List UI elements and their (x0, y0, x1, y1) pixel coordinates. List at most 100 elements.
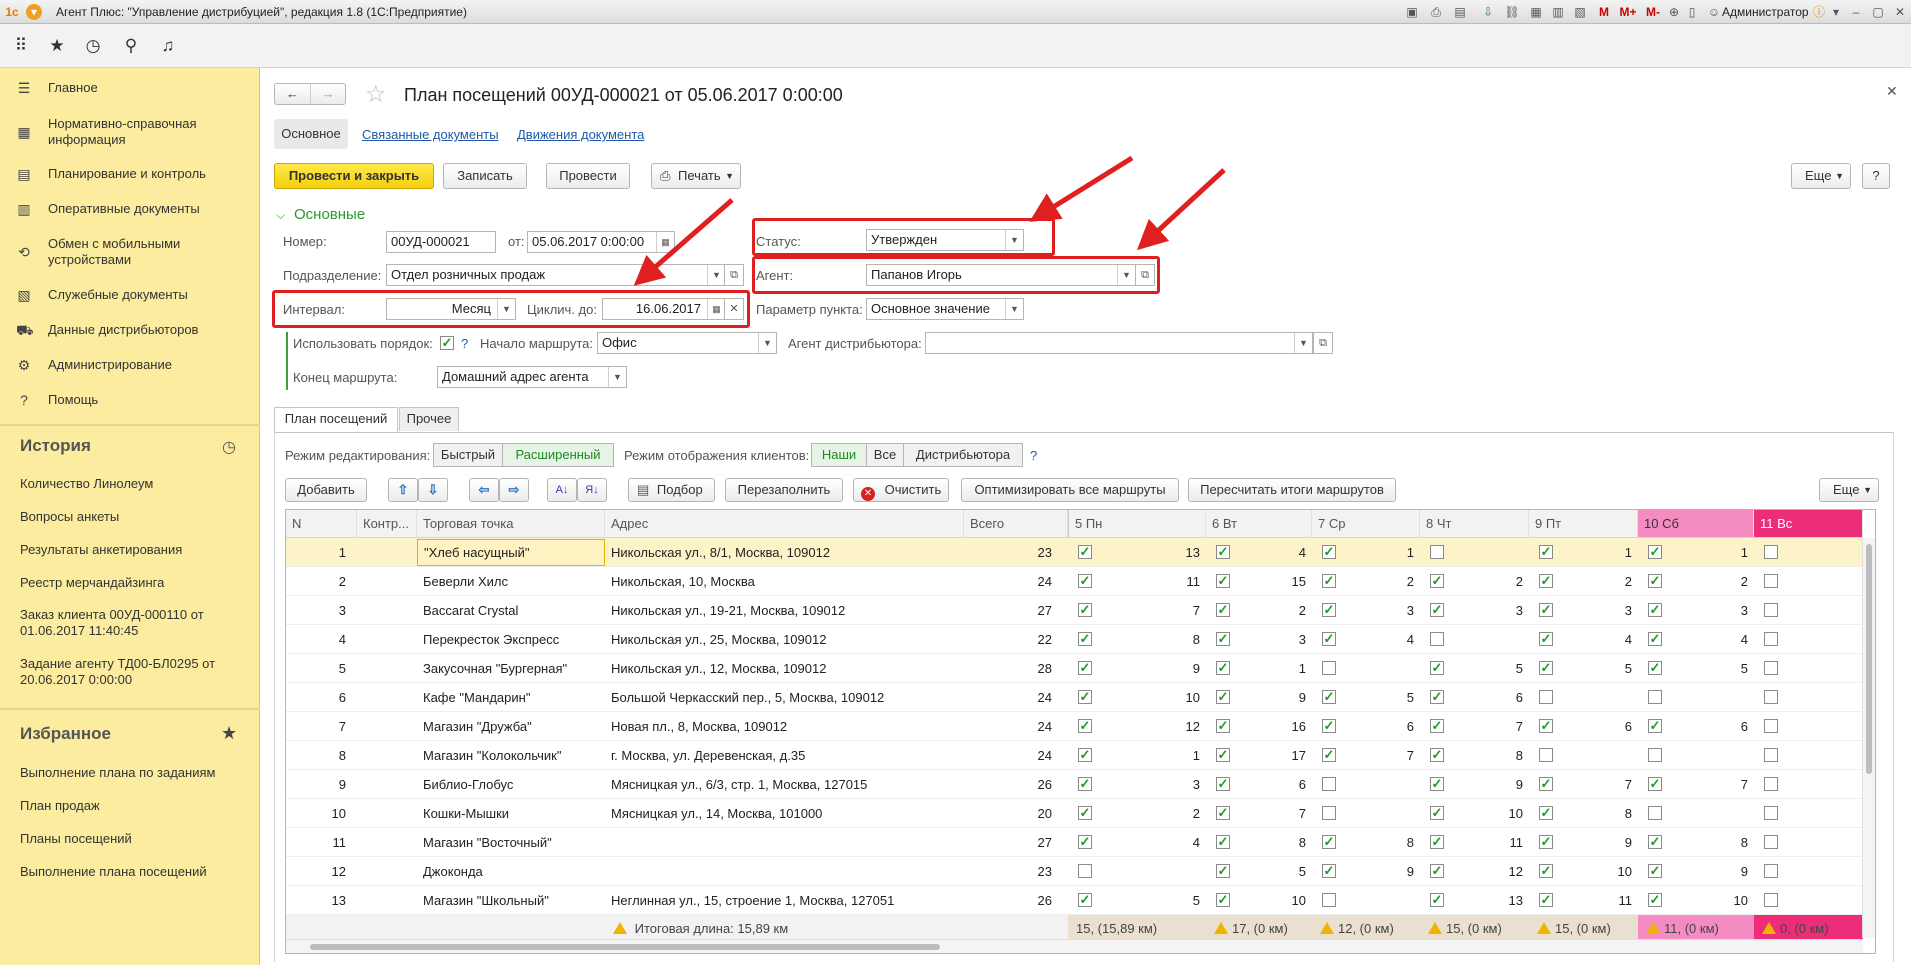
day-visit-checkbox[interactable]: ✓ (1322, 835, 1336, 849)
row-number[interactable]: 7 (286, 712, 346, 741)
day-visit-order[interactable]: 5 (1450, 654, 1523, 683)
sidebar-item-main[interactable]: ☰ Главное (0, 80, 260, 100)
day-visit-order[interactable]: 4 (1098, 828, 1200, 857)
outlet-cell[interactable]: Кошки-Мышки (417, 799, 605, 828)
day-visit-order[interactable]: 8 (1236, 828, 1306, 857)
day-visit-checkbox[interactable]: ✓ (1216, 777, 1230, 791)
minimize-icon[interactable]: – (1848, 4, 1864, 20)
move-up-icon[interactable]: ⇧ (388, 478, 418, 502)
total-cell[interactable]: 22 (964, 625, 1052, 654)
day-visit-order[interactable]: 8 (1098, 625, 1200, 654)
day-visit-order[interactable] (1668, 683, 1748, 712)
day-visit-checkbox[interactable]: ✓ (1648, 574, 1662, 588)
close-form-icon[interactable]: ✕ (1886, 83, 1898, 100)
table-row[interactable]: 9 Библио-Глобус Мясницкая ул., 6/3, стр. 1… (286, 770, 1863, 799)
day-visit-order[interactable]: 6 (1450, 683, 1523, 712)
outlet-cell[interactable]: Магазин "Восточный" (417, 828, 605, 857)
chevron-down-icon[interactable]: ▼ (608, 367, 626, 387)
day-visit-checkbox[interactable] (1648, 748, 1662, 762)
memory-m-icon[interactable]: M (1596, 4, 1612, 20)
day-visit-checkbox[interactable]: ✓ (1430, 719, 1444, 733)
day-visit-order[interactable] (1784, 596, 1857, 625)
route-start-field[interactable]: Офис ▼ (597, 332, 777, 354)
column-header-day[interactable]: 6 Вт (1206, 510, 1312, 538)
outlet-cell[interactable]: Магазин "Колокольчик" (417, 741, 605, 770)
day-visit-checkbox[interactable]: ✓ (1539, 545, 1553, 559)
back-icon[interactable]: ← (275, 84, 311, 104)
day-visit-checkbox[interactable] (1078, 864, 1092, 878)
day-visit-order[interactable]: 10 (1236, 886, 1306, 915)
route-end-field[interactable]: Домашний адрес агента ▼ (437, 366, 627, 388)
day-visit-checkbox[interactable]: ✓ (1216, 574, 1230, 588)
table-icon[interactable]: ▦ (1528, 4, 1544, 20)
print-icon[interactable]: ⎙ (1428, 4, 1444, 20)
day-visit-order[interactable]: 2 (1668, 567, 1748, 596)
favorites-link[interactable]: Выполнение плана посещений (20, 864, 240, 880)
day-visit-order[interactable] (1342, 770, 1414, 799)
row-number[interactable]: 9 (286, 770, 346, 799)
day-visit-order[interactable]: 3 (1342, 596, 1414, 625)
save-button[interactable]: Записать (443, 163, 527, 189)
day-visit-order[interactable]: 9 (1668, 857, 1748, 886)
close-window-icon[interactable]: ✕ (1892, 4, 1908, 20)
table-row[interactable]: 2 Беверли Хилс Никольская, 10, Москва 24 ✓ 11… (286, 567, 1863, 596)
clear-button[interactable]: ✕ Очистить (853, 478, 949, 502)
edit-mode-extended[interactable]: Расширенный (502, 443, 614, 467)
sidebar-item-planning[interactable]: ▤ Планирование и контроль (0, 166, 260, 186)
address-cell[interactable]: Большой Черкасский пер., 5, Москва, 1090… (605, 683, 964, 712)
day-visit-checkbox[interactable]: ✓ (1078, 806, 1092, 820)
day-visit-checkbox[interactable]: ✓ (1078, 719, 1092, 733)
address-cell[interactable]: Мясницкая ул., 14, Москва, 101000 (605, 799, 964, 828)
number-field[interactable]: 00УД-000021 (386, 231, 496, 253)
total-cell[interactable]: 28 (964, 654, 1052, 683)
table-row[interactable]: 8 Магазин "Колокольчик" г. Москва, ул. Дер… (286, 741, 1863, 770)
day-visit-checkbox[interactable]: ✓ (1648, 632, 1662, 646)
column-header-day[interactable]: 10 Сб (1638, 510, 1754, 538)
outlet-cell[interactable]: Перекресток Экспресс (417, 625, 605, 654)
day-visit-checkbox[interactable]: ✓ (1078, 835, 1092, 849)
address-cell[interactable]: Новая пл., 8, Москва, 109012 (605, 712, 964, 741)
day-visit-order[interactable] (1559, 683, 1632, 712)
day-visit-checkbox[interactable]: ✓ (1216, 806, 1230, 820)
day-visit-order[interactable]: 9 (1098, 654, 1200, 683)
day-visit-checkbox[interactable]: ✓ (1648, 661, 1662, 675)
day-visit-checkbox[interactable]: ✓ (1322, 719, 1336, 733)
history-link[interactable]: Количество Линолеум (20, 476, 240, 492)
outlet-cell[interactable]: Библио-Глобус (417, 770, 605, 799)
history-link[interactable]: Задание агенту ТД00-БЛ0295 от 20.06.2017… (20, 656, 220, 688)
day-visit-order[interactable]: 10 (1668, 886, 1748, 915)
day-visit-checkbox[interactable] (1322, 777, 1336, 791)
day-visit-checkbox[interactable] (1764, 690, 1778, 704)
day-visit-checkbox[interactable]: ✓ (1216, 748, 1230, 762)
history-link[interactable]: Заказ клиента 00УД-000110 от 01.06.2017 … (20, 607, 220, 639)
post-button[interactable]: Провести (546, 163, 630, 189)
day-visit-checkbox[interactable]: ✓ (1648, 719, 1662, 733)
day-visit-order[interactable] (1784, 625, 1857, 654)
column-header-total[interactable]: Всего (964, 510, 1068, 538)
day-visit-checkbox[interactable]: ✓ (1078, 603, 1092, 617)
address-cell[interactable] (605, 857, 964, 886)
chevron-down-icon[interactable]: ▼ (1294, 333, 1312, 353)
day-visit-checkbox[interactable]: ✓ (1539, 893, 1553, 907)
day-visit-checkbox[interactable]: ✓ (1430, 690, 1444, 704)
day-visit-order[interactable]: 3 (1236, 625, 1306, 654)
day-visit-checkbox[interactable]: ✓ (1648, 603, 1662, 617)
day-visit-order[interactable]: 10 (1098, 683, 1200, 712)
client-mode-distributor[interactable]: Дистрибьютора (903, 443, 1023, 467)
download-icon[interactable]: ⇩ (1480, 4, 1496, 20)
day-visit-checkbox[interactable]: ✓ (1648, 777, 1662, 791)
day-visit-order[interactable]: 4 (1668, 625, 1748, 654)
total-cell[interactable]: 23 (964, 857, 1052, 886)
row-number[interactable]: 4 (286, 625, 346, 654)
day-visit-order[interactable] (1668, 799, 1748, 828)
day-visit-order[interactable]: 4 (1559, 625, 1632, 654)
day-visit-order[interactable]: 7 (1668, 770, 1748, 799)
day-visit-order[interactable]: 13 (1450, 886, 1523, 915)
star-icon[interactable]: ★ (47, 36, 67, 56)
total-cell[interactable]: 26 (964, 770, 1052, 799)
day-visit-order[interactable]: 3 (1559, 596, 1632, 625)
day-visit-checkbox[interactable]: ✓ (1539, 719, 1553, 733)
dist-agent-field[interactable]: ▼ (925, 332, 1313, 354)
selection-button[interactable]: ▤ Подбор (628, 478, 715, 502)
table-row[interactable]: 3 Baccarat Crystal Никольская ул., 19-21, … (286, 596, 1863, 625)
